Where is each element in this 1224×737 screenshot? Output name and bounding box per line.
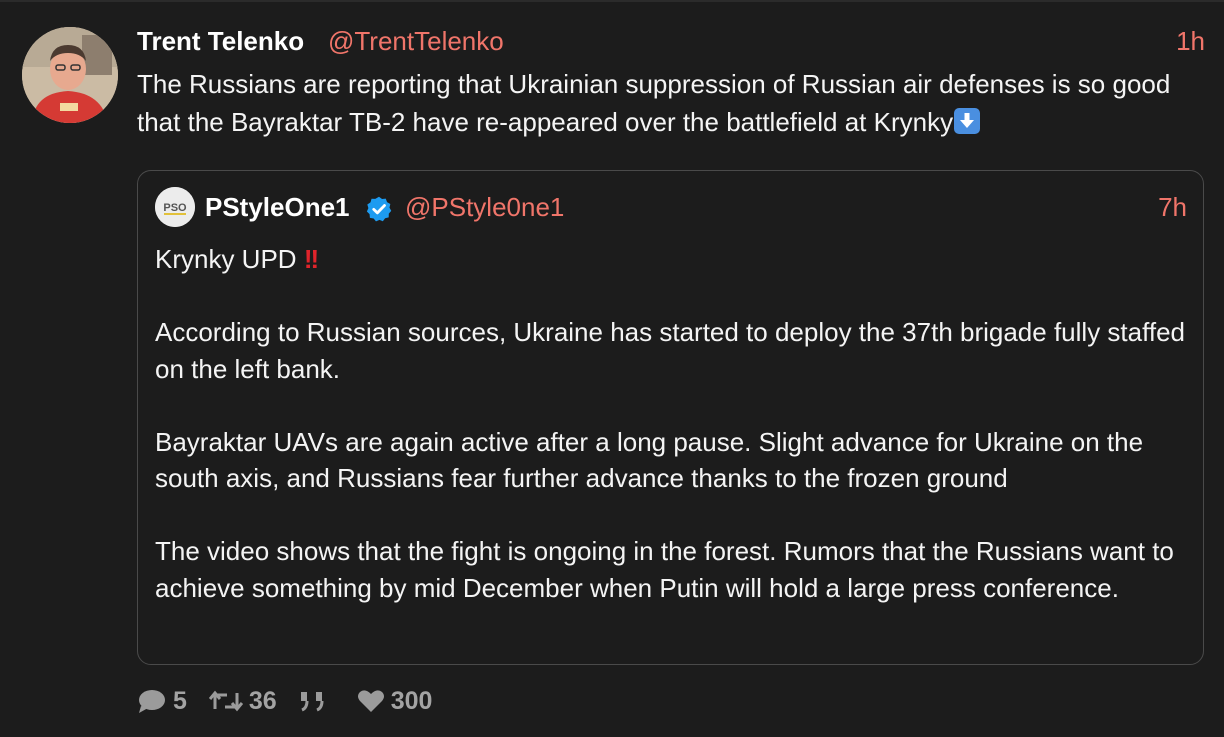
quote-icon xyxy=(300,692,324,712)
retweet-count: 36 xyxy=(248,686,277,715)
top-divider xyxy=(0,0,1224,2)
quoted-paragraph: According to Russian sources, Ukraine ha… xyxy=(155,317,1185,384)
author-handle[interactable]: @TrentTelenko xyxy=(328,26,504,57)
author-row: Trent Telenko @TrentTelenko 1h xyxy=(137,24,1205,58)
retweet-icon xyxy=(208,690,243,712)
quoted-paragraph: The video shows that the fight is ongoin… xyxy=(155,536,1174,603)
quoted-author-name[interactable]: PStyleOne1 xyxy=(205,192,350,223)
profile-photo-icon xyxy=(22,27,118,123)
heart-icon xyxy=(357,690,384,712)
tweet-timestamp[interactable]: 1h xyxy=(1176,26,1205,57)
reply-button[interactable]: 5 xyxy=(137,687,187,716)
like-count: 300 xyxy=(390,686,433,715)
author-name[interactable]: Trent Telenko xyxy=(137,26,304,57)
pso-logo-icon: PSO xyxy=(155,187,195,227)
reply-bubble-icon xyxy=(139,690,165,713)
quoted-tweet[interactable]: PSO PStyleOne1 @PStyle0ne1 7h Krynky UPD… xyxy=(137,170,1204,665)
svg-text:PSO: PSO xyxy=(163,202,187,214)
retweet-button[interactable]: 36 xyxy=(208,686,277,716)
quote-button[interactable] xyxy=(299,689,335,713)
double-exclamation-icon: !! xyxy=(303,244,319,274)
author-avatar[interactable] xyxy=(22,27,118,123)
tweet-body: The Russians are reporting that Ukrainia… xyxy=(137,69,1171,137)
action-bar: 5 36 300 xyxy=(137,684,454,718)
tweet-text: The Russians are reporting that Ukrainia… xyxy=(137,65,1212,141)
quoted-tweet-timestamp[interactable]: 7h xyxy=(1158,192,1187,223)
quoted-author-avatar[interactable]: PSO xyxy=(155,187,195,227)
reply-count: 5 xyxy=(173,686,187,715)
down-arrow-emoji-icon xyxy=(954,108,981,134)
tweet-card: Trent Telenko @TrentTelenko 1h The Russi… xyxy=(0,0,1224,737)
quoted-author-handle[interactable]: @PStyle0ne1 xyxy=(405,192,564,223)
quoted-headline: Krynky UPD !! xyxy=(155,241,1195,278)
headline-text: Krynky UPD xyxy=(155,244,297,274)
like-button[interactable]: 300 xyxy=(357,686,433,716)
verified-badge-icon xyxy=(366,196,392,222)
quoted-tweet-body: Krynky UPD !! According to Russian sourc… xyxy=(155,241,1195,643)
quoted-paragraph: Bayraktar UAVs are again active after a … xyxy=(155,426,1144,494)
